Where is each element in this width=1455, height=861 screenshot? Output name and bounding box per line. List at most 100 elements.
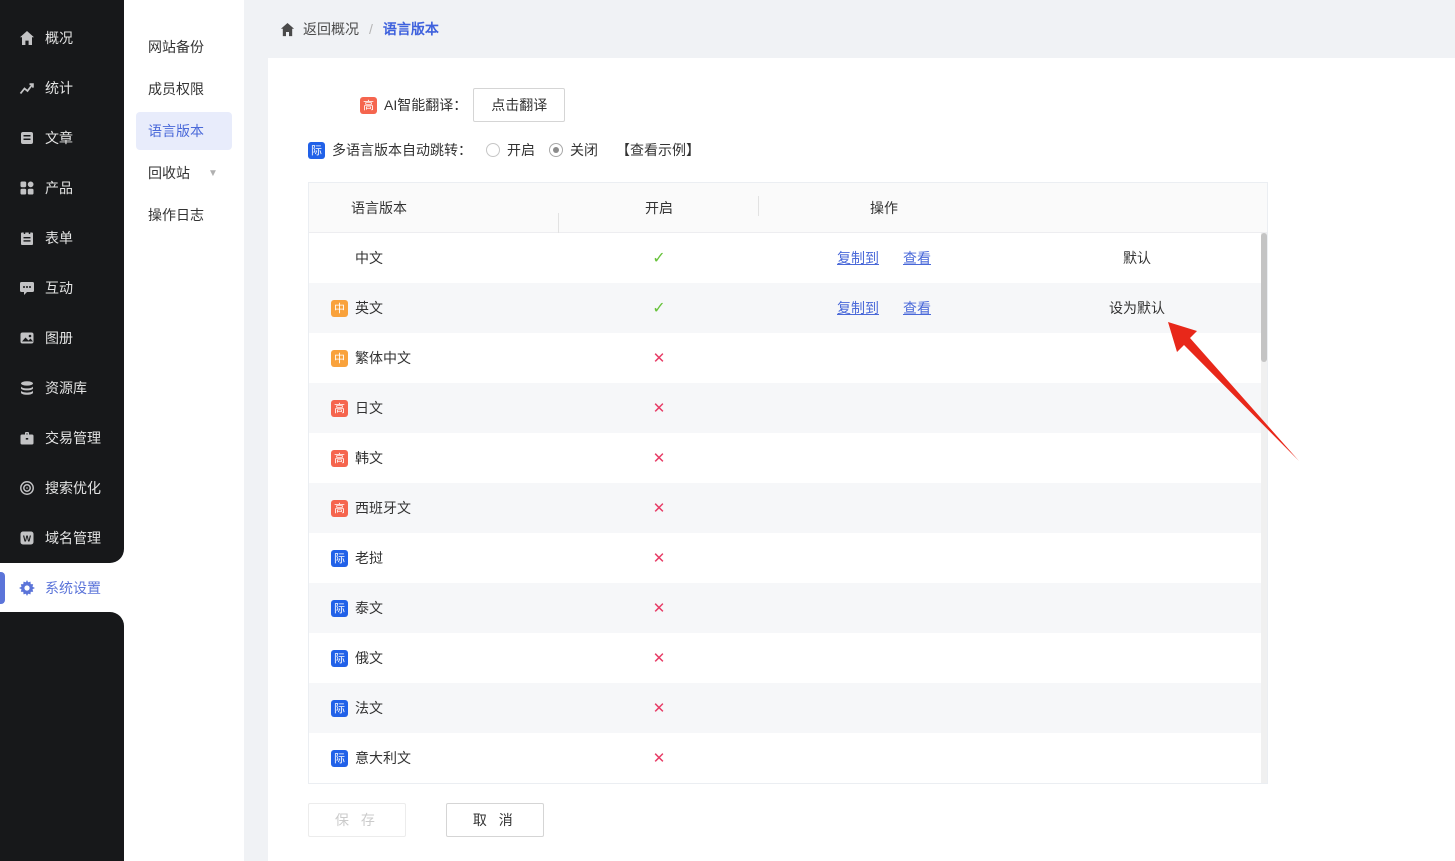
domain-icon: W [19, 530, 35, 546]
table-row: 高西班牙文✕ [309, 483, 1267, 533]
language-name: 法文 [355, 698, 383, 718]
language-table: 语言版本 开启 操作 中文✓复制到查看默认中英文✓复制到查看设为默认中繁体中文✕… [308, 182, 1268, 784]
level-badge-ji: 际 [331, 750, 348, 767]
table-scrollbar-track[interactable] [1261, 233, 1267, 783]
sidebar-item-11[interactable]: W域名管理 [0, 513, 124, 563]
level-badge-zh: 中 [331, 350, 348, 367]
enabled-cell: ✕ [559, 749, 759, 767]
main-area: 返回概况 / 语言版本 高 AI智能翻译： 点击翻译 际 多语言版本自动跳转： … [244, 0, 1455, 861]
enabled-cell: ✕ [559, 499, 759, 517]
language-name-cell: 际泰文 [309, 598, 559, 618]
check-icon[interactable]: ✓ [652, 300, 665, 317]
enabled-cell: ✕ [559, 549, 759, 567]
level-badge-ji: 际 [331, 600, 348, 617]
sidebar-item-2[interactable]: 统计 [0, 63, 124, 113]
primary-sidebar: 概况统计文章产品表单互动图册资源库交易管理搜索优化W域名管理系统设置 [0, 0, 124, 861]
cross-icon[interactable]: ✕ [653, 350, 666, 367]
auto-jump-row: 际 多语言版本自动跳转： 开启 关闭 【查看示例】 [308, 138, 1455, 162]
submenu-item-label: 成员权限 [148, 79, 204, 99]
sidebar-item-4[interactable]: 产品 [0, 163, 124, 213]
gear-icon [19, 580, 35, 596]
cross-icon[interactable]: ✕ [653, 550, 666, 567]
database-icon [19, 380, 35, 396]
sidebar-item-10[interactable]: 搜索优化 [0, 463, 124, 513]
language-name: 意大利文 [355, 748, 411, 768]
check-icon[interactable]: ✓ [652, 250, 665, 267]
radio-disable-label: 关闭 [570, 140, 598, 160]
copy-to-link[interactable]: 复制到 [837, 298, 879, 318]
save-button[interactable]: 保 存 [308, 803, 406, 837]
breadcrumb-current: 语言版本 [383, 19, 439, 39]
radio-disable[interactable]: 关闭 [549, 140, 598, 160]
table-row: 际老挝 ✕ [309, 533, 1267, 583]
submenu-item-label: 网站备份 [148, 37, 204, 57]
header-enabled: 开启 [559, 198, 759, 218]
cross-icon[interactable]: ✕ [653, 750, 666, 767]
actions-cell: 复制到 查看 [759, 298, 1009, 318]
cancel-button[interactable]: 取 消 [446, 803, 544, 837]
ai-translate-row: 高 AI智能翻译： 点击翻译 [360, 88, 1455, 122]
svg-text:W: W [23, 534, 32, 544]
auto-jump-label: 多语言版本自动跳转： [332, 140, 472, 160]
sidebar-item-6[interactable]: 互动 [0, 263, 124, 313]
enabled-cell: ✕ [559, 599, 759, 617]
sidebar-item-label: 产品 [45, 178, 73, 198]
sidebar-item-label: 表单 [45, 228, 73, 248]
submenu-item-5[interactable]: 操作日志 [136, 196, 232, 234]
view-link[interactable]: 查看 [903, 298, 931, 318]
language-name: 英文 [355, 298, 383, 318]
default-cell: 默认 [1009, 248, 1265, 268]
sidebar-item-1[interactable]: 概况 [0, 13, 124, 63]
sidebar-item-12[interactable]: 系统设置 [0, 563, 124, 613]
table-scrollbar-thumb[interactable] [1261, 233, 1267, 362]
language-name: 西班牙文 [355, 498, 411, 518]
submenu-item-4[interactable]: 回收站▼ [136, 154, 232, 192]
copy-to-link[interactable]: 复制到 [837, 248, 879, 268]
sidebar-item-8[interactable]: 资源库 [0, 363, 124, 413]
view-link[interactable]: 查看 [903, 248, 931, 268]
breadcrumb-back-link[interactable]: 返回概况 [303, 19, 359, 39]
language-name-cell: 中文 [309, 248, 559, 268]
sidebar-item-label: 系统设置 [45, 578, 101, 598]
enabled-cell: ✕ [559, 649, 759, 667]
cross-icon[interactable]: ✕ [653, 600, 666, 617]
default-label: 默认 [1123, 250, 1151, 266]
cross-icon[interactable]: ✕ [653, 450, 666, 467]
sidebar-item-label: 概况 [45, 28, 73, 48]
language-name-cell: 中繁体中文 [309, 348, 559, 368]
home-icon [19, 30, 35, 46]
set-default-link[interactable]: 设为默认 [1109, 300, 1165, 316]
cross-icon[interactable]: ✕ [653, 500, 666, 517]
cross-icon[interactable]: ✕ [653, 700, 666, 717]
level-badge-ji: 际 [308, 142, 325, 159]
view-example-link[interactable]: 【查看示例】 [616, 140, 700, 160]
language-name: 老挝 [355, 548, 383, 568]
submenu-item-1[interactable]: 网站备份 [136, 28, 232, 66]
radio-enable[interactable]: 开启 [486, 140, 535, 160]
cross-icon[interactable]: ✕ [653, 400, 666, 417]
sidebar-item-9[interactable]: 交易管理 [0, 413, 124, 463]
sidebar-item-label: 统计 [45, 78, 73, 98]
submenu-item-2[interactable]: 成员权限 [136, 70, 232, 108]
table-row: 际俄文 ✕ [309, 633, 1267, 683]
sidebar-item-7[interactable]: 图册 [0, 313, 124, 363]
level-badge-ji: 际 [331, 550, 348, 567]
language-name: 中文 [355, 248, 383, 268]
language-name: 繁体中文 [355, 348, 411, 368]
radio-enable-circle [486, 143, 500, 157]
breadcrumb-separator: / [369, 21, 373, 37]
cross-icon[interactable]: ✕ [653, 650, 666, 667]
sidebar-item-3[interactable]: 文章 [0, 113, 124, 163]
language-name: 俄文 [355, 648, 383, 668]
radio-disable-circle [549, 143, 563, 157]
secondary-sidebar: 网站备份成员权限语言版本回收站▼ 操作日志 [124, 0, 244, 861]
submenu-item-3[interactable]: 语言版本 [136, 112, 232, 150]
translate-button[interactable]: 点击翻译 [473, 88, 565, 122]
table-row: 中英文✓复制到查看设为默认 [309, 283, 1267, 333]
language-name-cell: 高韩文 [309, 448, 559, 468]
language-name: 泰文 [355, 598, 383, 618]
level-badge-ji: 际 [331, 650, 348, 667]
sidebar-item-5[interactable]: 表单 [0, 213, 124, 263]
level-badge-gao: 高 [360, 97, 377, 114]
chat-icon [19, 280, 35, 296]
